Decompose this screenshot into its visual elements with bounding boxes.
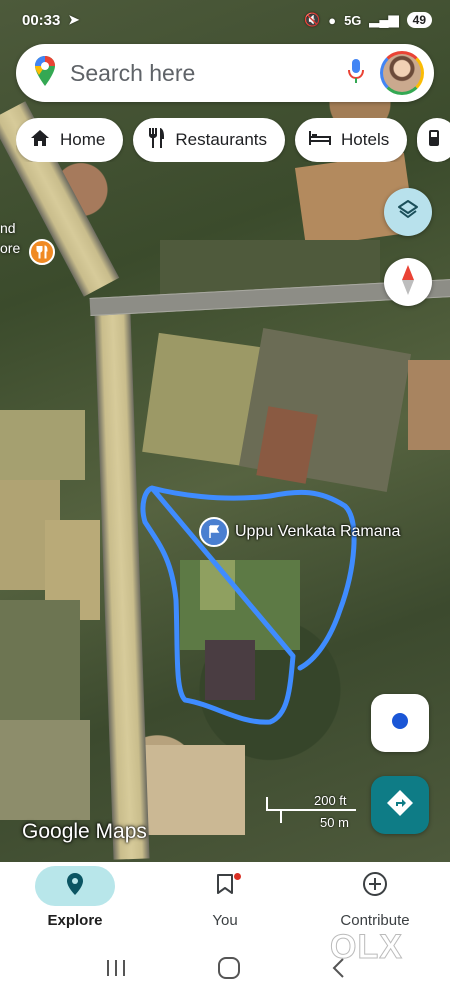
google-maps-logo: Google Maps [22, 820, 147, 843]
hotel-icon [309, 130, 332, 151]
battery-indicator: 49 [406, 12, 432, 28]
search-input[interactable]: Search here [70, 60, 348, 87]
nav-icon-container [35, 866, 115, 906]
layers-button[interactable] [384, 188, 432, 236]
scale-meters-label: 50 m [320, 815, 349, 830]
microphone-icon[interactable] [348, 58, 364, 89]
mute-icon: 🔇 [304, 12, 321, 27]
maps-pin-logo-icon [34, 55, 56, 92]
my-location-button[interactable] [371, 694, 429, 752]
chip-home[interactable]: Home [16, 118, 124, 162]
search-bar[interactable]: Search here [16, 44, 434, 102]
category-chips: Home Restaurants Hotels [16, 118, 450, 162]
add-circle-icon [362, 871, 388, 902]
compass-button[interactable] [384, 258, 432, 306]
bookmark-icon [216, 873, 234, 900]
nav-label: You [212, 912, 238, 929]
nav-explore[interactable]: Explore [0, 866, 150, 929]
nav-icon-container [185, 866, 265, 906]
nearby-place-label: nd ore [0, 220, 21, 256]
restaurant-pin-icon[interactable] [29, 239, 55, 265]
layers-icon [396, 198, 420, 227]
home-icon [30, 129, 50, 152]
signal-icon: ▂▄▆ [369, 12, 399, 27]
nav-label: Contribute [340, 912, 410, 929]
map-scale: 200 ft 50 m [266, 793, 362, 830]
scale-feet-label: 200 ft [314, 793, 347, 808]
navigation-arrow-icon: ➤ [68, 12, 80, 27]
chip-more[interactable] [417, 118, 450, 162]
chip-label: Hotels [341, 130, 390, 149]
location-icon: ● [328, 12, 337, 28]
chip-label: Restaurants [175, 130, 268, 149]
status-time: 00:33 [22, 11, 61, 29]
chip-hotels[interactable]: Hotels [295, 118, 408, 162]
nav-icon-container [335, 866, 415, 906]
restaurant-icon [147, 127, 165, 154]
notification-dot [234, 873, 241, 880]
recent-apps-icon[interactable] [105, 958, 127, 983]
chip-restaurants[interactable]: Restaurants [133, 118, 286, 162]
place-label[interactable]: Uppu Venkata Ramana [235, 523, 400, 541]
directions-button[interactable] [371, 776, 429, 834]
directions-icon [385, 788, 415, 823]
nav-you[interactable]: You [150, 866, 300, 929]
flag-pin-icon[interactable] [199, 517, 229, 547]
home-button-icon[interactable] [217, 956, 241, 985]
network-type-icon: 5G [344, 12, 362, 28]
olx-watermark: OLX [330, 928, 403, 967]
compass-icon [398, 264, 418, 301]
my-location-icon [391, 712, 409, 735]
profile-avatar[interactable] [380, 51, 424, 95]
nav-contribute[interactable]: Contribute [300, 866, 450, 929]
explore-pin-icon [66, 872, 84, 901]
scale-tick [280, 809, 282, 823]
status-bar: 00:33 ➤ 🔇 ● 5G ▂▄▆ 49 [0, 0, 450, 40]
nav-label: Explore [47, 912, 103, 929]
fuel-icon [427, 128, 443, 153]
chip-label: Home [60, 130, 106, 149]
